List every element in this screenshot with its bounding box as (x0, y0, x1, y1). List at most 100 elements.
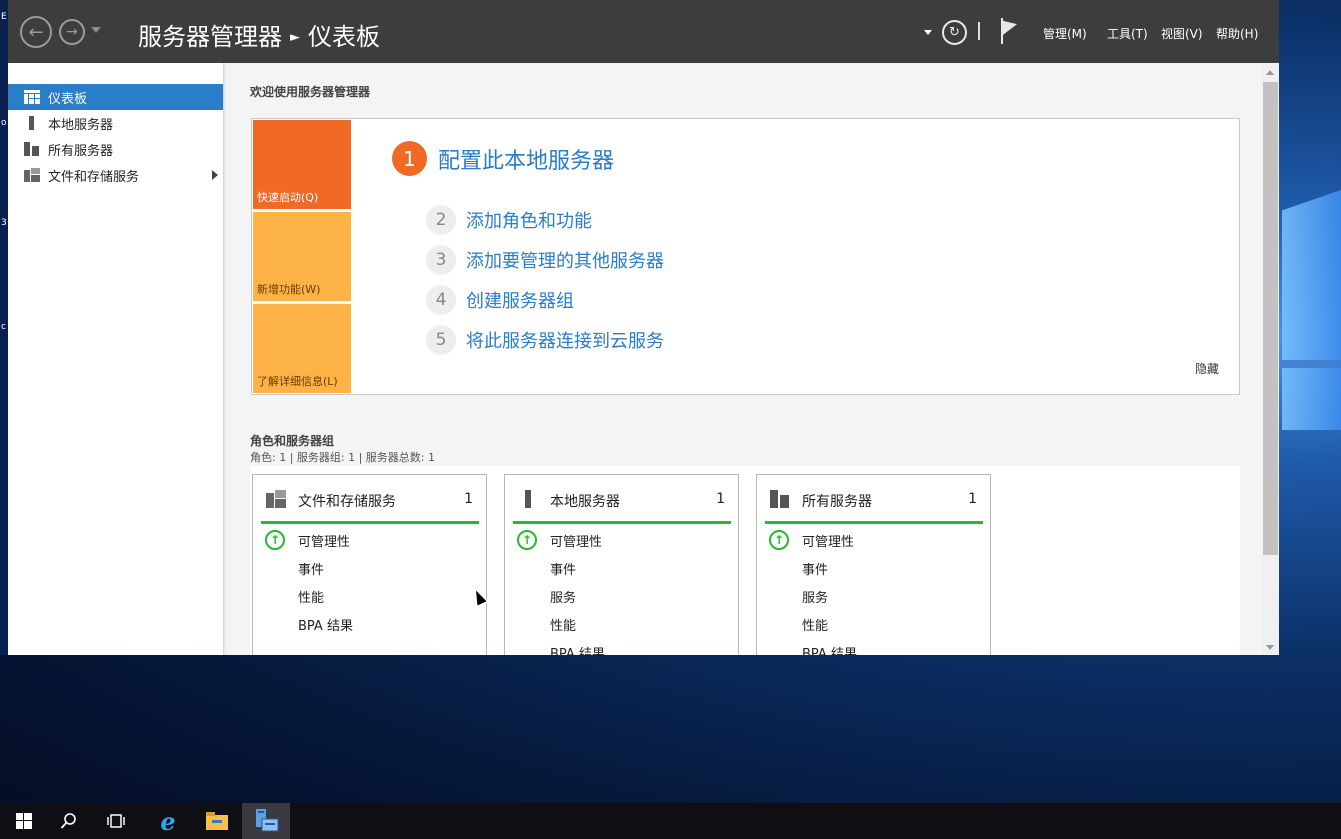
step-number: 3 (426, 245, 456, 275)
quick-start-panel: 快速启动(Q) 新增功能(W) 了解详细信息(L) 1 配置此本地服务器 2 添… (251, 118, 1240, 395)
role-cards: 文件和存储服务 1 ↑ 可管理性 事件 性能 BPA 结果 本地服务器 1 ↑ … (250, 466, 1240, 655)
sidebar-item-label: 仪表板 (48, 91, 88, 107)
card-title[interactable]: 本地服务器 (550, 491, 620, 511)
step-link[interactable]: 配置此本地服务器 (438, 143, 614, 175)
sidebar-item-label: 所有服务器 (48, 143, 114, 159)
sidebar-item-file-storage[interactable]: 文件和存储服务 (8, 162, 223, 188)
hide-link[interactable]: 隐藏 (1195, 360, 1219, 377)
vertical-scrollbar[interactable] (1262, 63, 1279, 655)
file-storage-icon (24, 168, 40, 182)
card-row-bpa[interactable]: BPA 结果 (802, 643, 857, 655)
toolbar-divider (978, 22, 980, 40)
card-row-performance[interactable]: 性能 (802, 615, 828, 634)
tab-learn-more[interactable]: 了解详细信息(L) (253, 304, 351, 393)
dashboard-content: 欢迎使用服务器管理器 快速启动(Q) 新增功能(W) 了解详细信息(L) 1 配… (226, 63, 1262, 655)
notifications-flag-icon[interactable] (1001, 17, 1019, 44)
step-number: 1 (392, 141, 427, 176)
card-row-events[interactable]: 事件 (550, 559, 576, 578)
status-bar (765, 521, 983, 524)
step-configure-local-server[interactable]: 1 配置此本地服务器 (392, 141, 614, 176)
history-dropdown-icon[interactable] (91, 27, 101, 33)
step-link[interactable]: 创建服务器组 (466, 287, 574, 313)
card-row-performance[interactable]: 性能 (298, 587, 324, 606)
card-title[interactable]: 所有服务器 (802, 491, 872, 511)
status-bar (261, 521, 479, 524)
card-row-manageability[interactable]: 可管理性 (802, 531, 854, 550)
step-number: 4 (426, 285, 456, 315)
menu-help[interactable]: 帮助(H) (1216, 25, 1258, 42)
server-manager-window: ← → 服务器管理器 ► 仪表板 ↻ 管理(M) 工具(T) 视图(V) 帮助(H)… (8, 0, 1279, 655)
scrollbar-thumb[interactable] (1263, 82, 1278, 555)
server-icon (525, 490, 531, 508)
breadcrumb: 服务器管理器 ► 仪表板 (138, 17, 380, 52)
internet-explorer-button[interactable]: e (144, 803, 192, 839)
step-link[interactable]: 添加角色和功能 (466, 207, 592, 233)
menu-tools[interactable]: 工具(T) (1107, 25, 1148, 42)
expand-chevron-icon[interactable] (212, 170, 218, 180)
dashboard-icon (24, 90, 40, 104)
refresh-button[interactable]: ↻ (942, 20, 967, 45)
server-manager-taskbar-button[interactable] (242, 803, 290, 839)
windows-desktop-logo (1282, 190, 1341, 430)
card-row-events[interactable]: 事件 (802, 559, 828, 578)
start-icon (16, 813, 32, 829)
breadcrumb-separator-icon: ► (290, 30, 300, 45)
card-count: 1 (716, 491, 725, 507)
tab-quick-start[interactable]: 快速启动(Q) (253, 120, 351, 209)
title-bar: ← → 服务器管理器 ► 仪表板 ↻ 管理(M) 工具(T) 视图(V) 帮助(H) (8, 0, 1279, 63)
menu-manage[interactable]: 管理(M) (1043, 25, 1087, 42)
card-row-services[interactable]: 服务 (802, 587, 828, 606)
step-create-group[interactable]: 4 创建服务器组 (426, 285, 574, 315)
role-card-all-servers[interactable]: 所有服务器 1 ↑ 可管理性 事件 服务 性能 BPA 结果 (756, 474, 991, 655)
card-row-services[interactable]: 服务 (550, 587, 576, 606)
welcome-heading: 欢迎使用服务器管理器 (250, 85, 371, 99)
card-count: 1 (968, 491, 977, 507)
task-view-icon (107, 814, 125, 828)
arrow-right-icon: → (66, 24, 78, 40)
server-icon (29, 116, 34, 130)
role-card-file-storage[interactable]: 文件和存储服务 1 ↑ 可管理性 事件 性能 BPA 结果 (252, 474, 487, 655)
card-row-manageability[interactable]: 可管理性 (298, 531, 350, 550)
servers-icon (770, 490, 789, 508)
servers-icon (24, 142, 39, 156)
roles-heading: 角色和服务器组 (250, 434, 335, 448)
card-row-manageability[interactable]: 可管理性 (550, 531, 602, 550)
menu-view[interactable]: 视图(V) (1161, 25, 1203, 42)
scroll-down-icon[interactable] (1266, 645, 1274, 650)
tab-whats-new[interactable]: 新增功能(W) (253, 212, 351, 301)
card-row-bpa[interactable]: BPA 结果 (550, 643, 605, 655)
step-link[interactable]: 将此服务器连接到云服务 (466, 327, 664, 353)
file-explorer-button[interactable] (193, 803, 241, 839)
sidebar-item-dashboard[interactable]: 仪表板 (8, 84, 223, 110)
desktop-left-edge: Eo3c (0, 0, 8, 655)
search-button[interactable] (45, 803, 93, 839)
scroll-up-icon[interactable] (1266, 70, 1274, 75)
card-row-events[interactable]: 事件 (298, 559, 324, 578)
breadcrumb-root[interactable]: 服务器管理器 (138, 23, 282, 51)
status-ok-icon: ↑ (265, 530, 285, 550)
sidebar-item-label: 本地服务器 (48, 117, 114, 133)
sidebar: 仪表板 本地服务器 所有服务器 文件和存储服务 (8, 63, 224, 655)
card-row-bpa[interactable]: BPA 结果 (298, 615, 353, 634)
start-button[interactable] (0, 803, 48, 839)
step-add-roles[interactable]: 2 添加角色和功能 (426, 205, 592, 235)
notifications-dropdown-icon[interactable] (924, 30, 932, 35)
status-ok-icon: ↑ (517, 530, 537, 550)
role-card-local-server[interactable]: 本地服务器 1 ↑ 可管理性 事件 服务 性能 BPA 结果 (504, 474, 739, 655)
breadcrumb-page: 仪表板 (308, 23, 380, 51)
step-number: 2 (426, 205, 456, 235)
forward-button[interactable]: → (59, 19, 85, 45)
sidebar-item-all-servers[interactable]: 所有服务器 (8, 136, 223, 162)
card-row-performance[interactable]: 性能 (550, 615, 576, 634)
server-manager-icon (256, 809, 279, 832)
card-title[interactable]: 文件和存储服务 (298, 491, 396, 511)
sidebar-item-label: 文件和存储服务 (48, 169, 140, 185)
sidebar-item-local-server[interactable]: 本地服务器 (8, 110, 223, 136)
step-connect-cloud[interactable]: 5 将此服务器连接到云服务 (426, 325, 664, 355)
back-button[interactable]: ← (20, 16, 52, 48)
step-link[interactable]: 添加要管理的其他服务器 (466, 247, 664, 273)
task-view-button[interactable] (92, 803, 140, 839)
status-bar (513, 521, 731, 524)
step-add-servers[interactable]: 3 添加要管理的其他服务器 (426, 245, 664, 275)
roles-summary: 角色: 1 | 服务器组: 1 | 服务器总数: 1 (250, 451, 436, 464)
